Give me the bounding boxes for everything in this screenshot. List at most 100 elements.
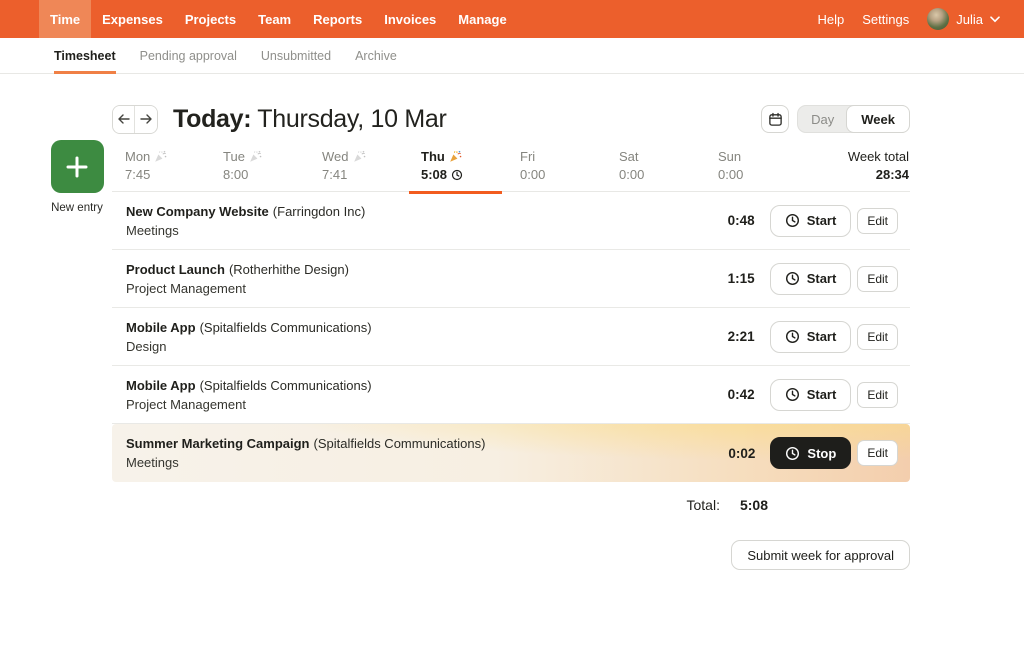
clock-icon: [785, 213, 799, 228]
day-hours: 0:00: [619, 167, 645, 182]
avatar: [927, 8, 950, 30]
task-name: Meetings: [126, 455, 179, 470]
calendar-button[interactable]: [761, 105, 790, 133]
next-day-button[interactable]: [135, 105, 157, 133]
page-title: Today: Thursday, 10 Mar: [173, 104, 447, 133]
week-header: Mon 7:45 Tue 8:00 Wed 7:41 Thu 5:08 Fri …: [112, 149, 910, 194]
user-menu[interactable]: Julia: [927, 8, 1000, 30]
week-total-value: 28:34: [875, 167, 909, 182]
day-total-label: Total:: [686, 497, 720, 513]
nav-item-expenses[interactable]: Expenses: [91, 0, 174, 38]
new-entry: New entry: [47, 140, 107, 214]
timesheet-row: Mobile App (Spitalfields Communications) …: [112, 308, 910, 366]
nav-item-team[interactable]: Team: [247, 0, 302, 38]
submit-week-button[interactable]: Submit week for approval: [731, 540, 910, 570]
row-time: 0:42: [727, 387, 755, 402]
timer-button-label: Start: [806, 329, 837, 344]
nav-item-projects[interactable]: Projects: [174, 0, 247, 38]
timer-button-label: Stop: [807, 445, 837, 461]
nav-item-invoices[interactable]: Invoices: [373, 0, 447, 38]
new-entry-label: New entry: [51, 202, 103, 214]
arrow-left-icon: [117, 114, 130, 124]
clock-icon: [785, 271, 799, 286]
day-column-tue[interactable]: Tue 8:00: [211, 149, 310, 182]
new-entry-button[interactable]: [50, 140, 104, 193]
view-day-button[interactable]: Day: [798, 106, 847, 132]
client-name: (Spitalfields Communications): [313, 436, 486, 451]
project-name: New Company Website: [126, 203, 269, 219]
help-link[interactable]: Help: [818, 12, 845, 27]
timer-button-label: Start: [806, 271, 837, 286]
timer-button-label: Start: [806, 387, 837, 402]
task-name: Design: [126, 338, 167, 354]
timesheet-page: New entry Today: Thursday, 10 Mar Day We…: [0, 74, 1024, 570]
sub-nav: Timesheet Pending approval Unsubmitted Arch…: [0, 38, 1024, 74]
start-button[interactable]: Start: [769, 204, 852, 237]
user-name: Julia: [956, 11, 983, 27]
edit-button[interactable]: Edit: [857, 265, 898, 292]
day-column-mon[interactable]: Mon 7:45: [112, 149, 211, 182]
prev-day-button[interactable]: [113, 105, 135, 133]
client-name: (Spitalfields Communications): [199, 377, 372, 393]
timesheet-row: Product Launch (Rotherhithe Design) Proje…: [112, 250, 910, 308]
day-name: Thu: [421, 149, 445, 164]
nav-item-reports[interactable]: Reports: [302, 0, 373, 38]
start-button[interactable]: Start: [769, 320, 852, 353]
project-name: Summer Marketing Campaign: [126, 436, 310, 451]
client-name: (Farringdon Inc): [272, 203, 366, 219]
tab-unsubmitted[interactable]: Unsubmitted: [261, 38, 331, 73]
tab-archive[interactable]: Archive: [355, 38, 397, 73]
tab-pending-approval[interactable]: Pending approval: [140, 38, 237, 73]
day-total-value: 5:08: [739, 497, 768, 513]
plus-icon: [66, 156, 88, 177]
day-name: Wed: [322, 149, 349, 164]
edit-button[interactable]: Edit: [857, 440, 898, 466]
day-name: Tue: [223, 149, 245, 164]
day-name: Mon: [125, 149, 151, 164]
project-name: Mobile App: [126, 377, 196, 393]
party-popper-icon: [450, 150, 462, 162]
client-name: (Rotherhithe Design): [228, 261, 349, 277]
row-time: 0:02: [728, 445, 756, 461]
start-button[interactable]: Start: [769, 262, 852, 295]
day-column-thu[interactable]: Thu 5:08: [409, 149, 508, 194]
row-time: 0:48: [727, 213, 755, 228]
arrow-right-icon: [140, 114, 152, 124]
clock-icon: [785, 329, 799, 344]
day-column-sun[interactable]: Sun 0:00: [706, 149, 805, 182]
view-week-button[interactable]: Week: [846, 105, 910, 133]
calendar-icon: [768, 112, 782, 126]
timesheet-row: New Company Website (Farringdon Inc) Meet…: [112, 192, 910, 250]
clock-icon: [786, 446, 800, 460]
day-name: Fri: [520, 149, 536, 164]
day-column-fri[interactable]: Fri 0:00: [508, 149, 607, 182]
nav-item-manage[interactable]: Manage: [447, 0, 517, 38]
edit-button[interactable]: Edit: [857, 323, 898, 350]
timesheet-row: Summer Marketing Campaign (Spitalfields C…: [112, 424, 910, 482]
stop-button[interactable]: Stop: [770, 437, 852, 469]
clock-icon: [785, 387, 799, 402]
client-name: (Spitalfields Communications): [199, 319, 372, 335]
timesheet-rows: New Company Website (Farringdon Inc) Meet…: [112, 192, 910, 482]
edit-button[interactable]: Edit: [857, 207, 898, 234]
view-toggle: Day Week: [797, 105, 910, 133]
task-name: Project Management: [126, 396, 246, 412]
start-button[interactable]: Start: [769, 378, 852, 411]
party-popper-icon: [353, 150, 365, 162]
day-name: Sun: [718, 149, 742, 164]
day-name: Sat: [619, 149, 639, 164]
chevron-down-icon: [990, 15, 1000, 22]
settings-link[interactable]: Settings: [862, 12, 909, 27]
top-navbar: Time Expenses Projects Team Reports Invoices M…: [0, 0, 1024, 38]
project-name: Product Launch: [126, 261, 225, 277]
row-time: 2:21: [727, 329, 755, 344]
timesheet-row: Mobile App (Spitalfields Communications) …: [112, 366, 910, 424]
day-column-sat[interactable]: Sat 0:00: [607, 149, 706, 182]
week-total: Week total 28:34: [805, 149, 910, 182]
tab-timesheet[interactable]: Timesheet: [54, 38, 116, 74]
party-popper-icon: [250, 150, 262, 162]
row-time: 1:15: [727, 271, 755, 286]
nav-item-time[interactable]: Time: [39, 0, 92, 38]
edit-button[interactable]: Edit: [857, 381, 898, 408]
day-column-wed[interactable]: Wed 7:41: [310, 149, 409, 182]
